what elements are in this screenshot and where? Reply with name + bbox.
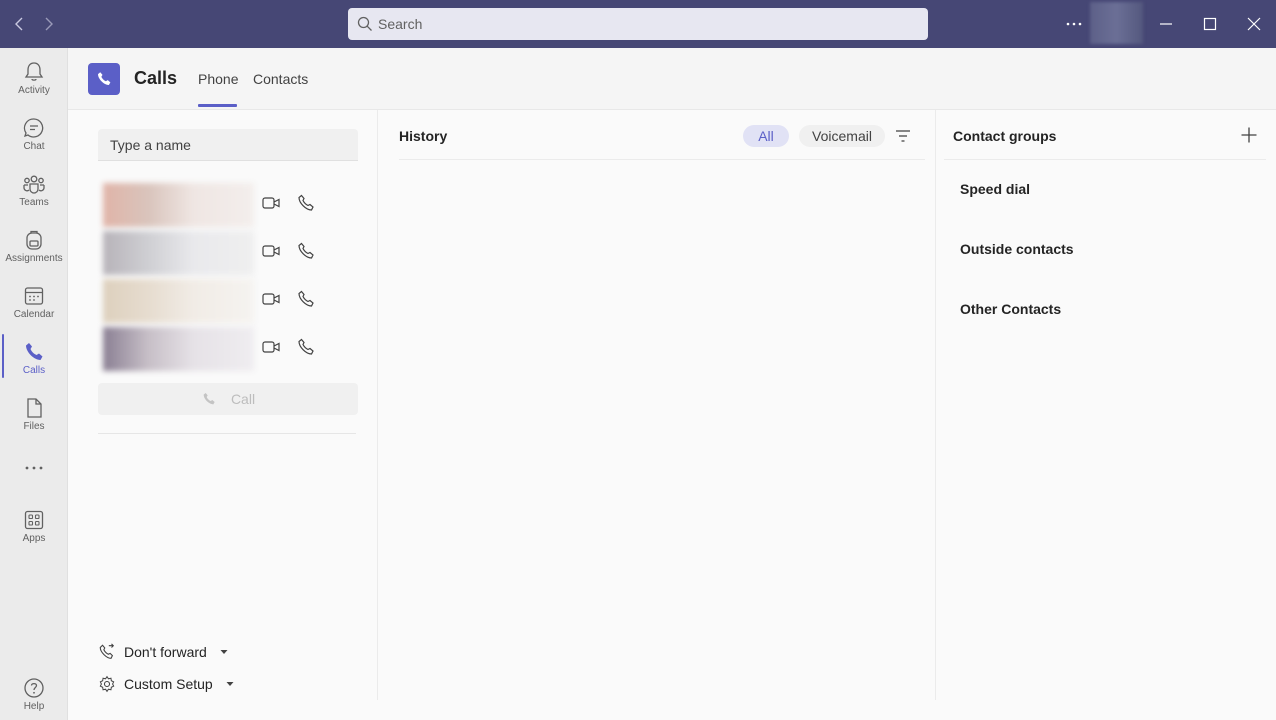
tab-phone[interactable]: Phone [198, 71, 238, 87]
search-icon [357, 16, 372, 31]
audio-call-icon[interactable] [296, 193, 316, 213]
rail-item-teams[interactable]: Teams [0, 164, 68, 216]
settings-more-button[interactable] [1064, 14, 1084, 34]
rail-item-assignments[interactable]: Assignments [0, 220, 68, 272]
speed-dial-contact-row[interactable] [103, 279, 358, 323]
forward-label: Don't forward [124, 644, 207, 660]
file-icon [27, 398, 42, 418]
contact-groups-title: Contact groups [953, 128, 1057, 144]
speed-dial-contact-row[interactable] [103, 183, 358, 227]
gear-icon [99, 675, 115, 693]
call-button[interactable]: Call [98, 383, 358, 415]
name-input[interactable] [98, 129, 358, 161]
custom-setup-setting[interactable]: Custom Setup [98, 674, 235, 694]
audio-call-icon[interactable] [296, 241, 316, 261]
phone-icon [98, 72, 111, 85]
call-forwarding-setting[interactable]: Don't forward [98, 642, 229, 662]
minimize-button[interactable] [1156, 14, 1176, 34]
teams-icon [23, 175, 45, 194]
rail-item-more[interactable] [0, 448, 68, 488]
divider [98, 433, 356, 434]
rail-item-activity[interactable]: Activity [0, 52, 68, 104]
rail-item-files[interactable]: Files [0, 388, 68, 440]
video-call-icon[interactable] [261, 241, 281, 261]
phone-icon [26, 343, 43, 360]
divider [399, 159, 925, 160]
content-area: Call Don't forward Custom Setup History … [68, 110, 1276, 720]
rail-item-help[interactable]: Help [0, 668, 68, 720]
avatar [103, 327, 254, 371]
close-icon [1247, 17, 1261, 31]
more-icon [1066, 22, 1082, 26]
setup-label: Custom Setup [124, 676, 213, 692]
speed-dial-contact-row[interactable] [103, 231, 358, 275]
rail-label: Chat [23, 141, 45, 152]
chat-icon [23, 118, 44, 138]
profile-avatar[interactable] [1090, 2, 1143, 44]
speed-dial-contact-row[interactable] [103, 327, 358, 371]
dial-panel: Call Don't forward Custom Setup [68, 110, 378, 700]
group-speed-dial[interactable]: Speed dial [960, 181, 1030, 197]
video-call-icon[interactable] [261, 193, 281, 213]
apps-icon [24, 510, 44, 530]
rail-label: Calendar [13, 309, 55, 320]
phone-icon [203, 393, 215, 405]
add-icon[interactable] [1239, 125, 1259, 145]
rail-item-calls[interactable]: Calls [0, 332, 68, 384]
history-panel: History All Voicemail [379, 110, 936, 700]
chevron-left-icon [15, 17, 23, 31]
maximize-icon [1203, 17, 1217, 31]
rail-label: Apps [22, 533, 46, 544]
caret-down-icon [226, 682, 234, 686]
main-area: Calls Phone Contacts Type a name Call Do… [68, 48, 1276, 720]
page-title: Calls [134, 68, 178, 88]
rail-label: Assignments [5, 253, 63, 264]
backpack-icon [26, 230, 42, 250]
group-other-contacts[interactable]: Other Contacts [960, 301, 1061, 317]
calendar-icon [24, 287, 44, 305]
chevron-right-icon [45, 17, 53, 31]
avatar [103, 279, 254, 323]
title-bar: Search [0, 0, 1276, 48]
tab-contacts[interactable]: Contacts [253, 71, 308, 87]
maximize-button[interactable] [1200, 14, 1220, 34]
video-call-icon[interactable] [261, 337, 281, 357]
rail-label: Files [23, 421, 45, 432]
app-rail: Activity Chat Teams Assignments Calendar… [0, 48, 68, 720]
rail-item-calendar[interactable]: Calendar [0, 276, 68, 328]
back-button[interactable] [10, 14, 30, 34]
divider [944, 159, 1266, 160]
bell-icon [24, 62, 44, 81]
search-input[interactable]: Search [348, 8, 928, 40]
minimize-icon [1160, 23, 1172, 25]
avatar [103, 183, 254, 227]
close-button[interactable] [1244, 14, 1264, 34]
filter-all[interactable]: All [743, 125, 789, 147]
rail-item-chat[interactable]: Chat [0, 108, 68, 160]
active-tab-indicator [198, 104, 237, 107]
rail-label: Activity [18, 85, 50, 96]
help-icon [24, 678, 44, 698]
rail-item-apps[interactable]: Apps [0, 500, 68, 552]
filter-voicemail[interactable]: Voicemail [799, 125, 885, 147]
more-icon [25, 466, 43, 470]
rail-label: Help [23, 701, 45, 712]
search-placeholder: Search [378, 16, 423, 32]
history-title: History [399, 128, 448, 144]
filter-icon[interactable] [893, 126, 913, 146]
video-call-icon[interactable] [261, 289, 281, 309]
contact-groups-panel: Contact groups Speed dial Outside contac… [944, 110, 1276, 700]
audio-call-icon[interactable] [296, 337, 316, 357]
call-forward-icon [99, 643, 115, 659]
calls-app-tile [88, 63, 120, 95]
caret-down-icon [220, 650, 228, 654]
group-outside-contacts[interactable]: Outside contacts [960, 241, 1074, 257]
forward-button[interactable] [38, 14, 58, 34]
call-button-label: Call [230, 391, 256, 407]
avatar [103, 231, 254, 275]
rail-label: Calls [22, 365, 46, 376]
page-header: Calls Phone Contacts [68, 48, 1276, 110]
audio-call-icon[interactable] [296, 289, 316, 309]
rail-label: Teams [19, 197, 49, 208]
